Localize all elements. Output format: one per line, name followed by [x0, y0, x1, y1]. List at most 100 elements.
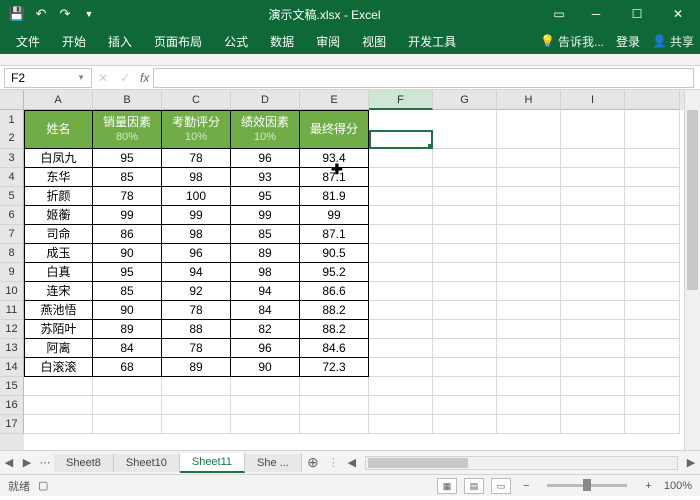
sheet-tab[interactable]: Sheet10 — [114, 454, 180, 472]
row-header[interactable]: 16 — [0, 396, 24, 415]
tab-developer[interactable]: 开发工具 — [398, 29, 466, 54]
cell[interactable] — [561, 110, 625, 149]
cell[interactable] — [561, 225, 625, 244]
close-button[interactable]: ✕ — [658, 0, 698, 28]
cell[interactable] — [433, 339, 497, 358]
cell[interactable] — [433, 320, 497, 339]
tab-view[interactable]: 视图 — [352, 29, 396, 54]
cell[interactable]: 85 — [93, 168, 162, 187]
tab-formulas[interactable]: 公式 — [214, 29, 258, 54]
cell[interactable] — [369, 225, 433, 244]
cell[interactable] — [497, 339, 561, 358]
cell[interactable]: 90 — [93, 244, 162, 263]
cell[interactable]: 72.3 — [300, 358, 369, 377]
cell[interactable]: 88.2 — [300, 320, 369, 339]
tab-pagelayout[interactable]: 页面布局 — [144, 29, 212, 54]
cell[interactable] — [625, 244, 680, 263]
cell[interactable] — [24, 396, 93, 415]
cell[interactable] — [497, 110, 561, 149]
cell[interactable] — [433, 187, 497, 206]
cell[interactable]: 98 — [231, 263, 300, 282]
qat-dropdown-icon[interactable]: ▼ — [78, 3, 100, 25]
col-header[interactable]: G — [433, 90, 497, 110]
cell[interactable] — [561, 377, 625, 396]
row-header[interactable]: 14 — [0, 358, 24, 377]
tab-nav-prev[interactable]: ◀ — [0, 456, 18, 469]
cell[interactable]: 阿离 — [24, 339, 93, 358]
cell[interactable] — [369, 377, 433, 396]
row-header[interactable]: 7 — [0, 225, 24, 244]
cell[interactable] — [369, 168, 433, 187]
row-header[interactable]: 10 — [0, 282, 24, 301]
cell[interactable]: 85 — [231, 225, 300, 244]
zoom-out-button[interactable]: − — [519, 480, 533, 492]
cell[interactable]: 87.1 — [300, 225, 369, 244]
cell[interactable] — [561, 415, 625, 434]
cell[interactable] — [231, 396, 300, 415]
cell[interactable]: 86.6 — [300, 282, 369, 301]
share-button[interactable]: 👤共享 — [652, 33, 694, 50]
cell[interactable] — [433, 110, 497, 149]
cell-F2[interactable] — [369, 130, 433, 149]
cell[interactable] — [625, 225, 680, 244]
cell[interactable]: 95.2 — [300, 263, 369, 282]
cell[interactable]: 89 — [231, 244, 300, 263]
cell[interactable]: 89 — [93, 320, 162, 339]
ribbon-opts-icon[interactable]: ▭ — [543, 0, 575, 28]
cell[interactable]: 99 — [93, 206, 162, 225]
cell[interactable] — [93, 396, 162, 415]
cell[interactable]: 87.1 — [300, 168, 369, 187]
col-header[interactable]: F — [369, 90, 433, 110]
row-header[interactable]: 4 — [0, 168, 24, 187]
col-header[interactable] — [625, 90, 680, 110]
cell[interactable] — [497, 263, 561, 282]
header-performance[interactable]: 绩效因素10% — [231, 110, 300, 149]
formula-bar[interactable] — [153, 68, 694, 88]
cell[interactable]: 86 — [93, 225, 162, 244]
cell[interactable]: 81.9 — [300, 187, 369, 206]
cell[interactable]: 94 — [231, 282, 300, 301]
cell[interactable] — [625, 415, 680, 434]
cell[interactable] — [369, 339, 433, 358]
cell[interactable]: 85 — [93, 282, 162, 301]
tell-me[interactable]: 💡告诉我... — [540, 33, 604, 50]
hscroll-right[interactable]: ▶ — [682, 456, 700, 469]
cell[interactable] — [497, 282, 561, 301]
tab-insert[interactable]: 插入 — [98, 29, 142, 54]
cell[interactable]: 95 — [231, 187, 300, 206]
cell[interactable] — [497, 301, 561, 320]
cell[interactable] — [561, 187, 625, 206]
cell[interactable]: 88 — [162, 320, 231, 339]
cell[interactable] — [433, 168, 497, 187]
row-header[interactable]: 12 — [0, 110, 24, 149]
cell[interactable] — [497, 415, 561, 434]
cell[interactable]: 93 — [231, 168, 300, 187]
cell[interactable] — [433, 244, 497, 263]
cell[interactable] — [93, 377, 162, 396]
cell[interactable]: 东华 — [24, 168, 93, 187]
cell[interactable] — [625, 110, 680, 149]
cell[interactable]: 燕池悟 — [24, 301, 93, 320]
cell[interactable]: 95 — [93, 149, 162, 168]
zoom-slider[interactable] — [547, 484, 627, 487]
row-header[interactable]: 12 — [0, 320, 24, 339]
cell[interactable]: 94 — [162, 263, 231, 282]
view-normal-button[interactable]: ▦ — [437, 478, 457, 494]
cell[interactable] — [561, 358, 625, 377]
cell[interactable]: 84 — [93, 339, 162, 358]
header-sales[interactable]: 销量因素80% — [93, 110, 162, 149]
cell[interactable] — [625, 396, 680, 415]
vertical-scrollbar[interactable] — [684, 90, 700, 450]
row-header[interactable]: 17 — [0, 415, 24, 434]
cell[interactable] — [625, 206, 680, 225]
row-header[interactable]: 9 — [0, 263, 24, 282]
cell[interactable] — [369, 320, 433, 339]
cell[interactable] — [561, 301, 625, 320]
col-header[interactable]: I — [561, 90, 625, 110]
cell[interactable] — [24, 415, 93, 434]
tab-list-icon[interactable]: ⋯ — [36, 456, 54, 469]
cell[interactable] — [625, 187, 680, 206]
cell[interactable] — [369, 263, 433, 282]
cell[interactable] — [433, 282, 497, 301]
select-all-corner[interactable] — [0, 90, 24, 110]
